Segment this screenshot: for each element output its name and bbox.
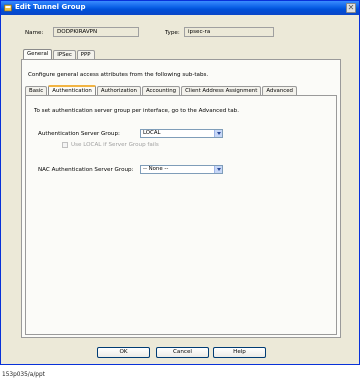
chevron-down-icon	[214, 130, 222, 137]
subtab-accounting[interactable]: Accounting	[141, 86, 181, 95]
help-button[interactable]: Help	[213, 347, 266, 358]
authentication-panel: To set authentication server group per i…	[25, 95, 337, 335]
type-label: Type:	[165, 30, 180, 36]
tab-general[interactable]: General	[23, 49, 53, 59]
general-panel: Configure general access attributes from…	[21, 59, 341, 338]
tab-ipsec[interactable]: IPSec	[53, 50, 76, 59]
auth-server-group-value: LOCAL	[143, 130, 161, 136]
subtab-advanced[interactable]: Advanced	[262, 86, 297, 95]
sub-tab-bar: Basic Authentication Authorization Accou…	[25, 85, 298, 95]
subtab-client-address-assignment[interactable]: Client Address Assignment	[181, 86, 262, 95]
tab-ppp[interactable]: PPP	[76, 50, 95, 59]
window-title: Edit Tunnel Group	[15, 3, 86, 11]
nac-server-group-select[interactable]: -- None --	[140, 165, 223, 174]
edit-tunnel-group-dialog: Edit Tunnel Group ✕ Name: DODPKIRAVPN Ty…	[0, 0, 360, 365]
subtab-authorization[interactable]: Authorization	[96, 86, 141, 95]
name-field: DODPKIRAVPN	[53, 27, 139, 37]
app-icon	[4, 4, 12, 12]
nac-server-group-label: NAC Authentication Server Group:	[38, 167, 134, 173]
use-local-checkbox[interactable]	[62, 142, 68, 148]
ok-button[interactable]: OK	[97, 347, 150, 358]
top-tab-bar: General IPSec PPP	[23, 49, 96, 59]
general-description: Configure general access attributes from…	[28, 72, 209, 78]
use-local-label: Use LOCAL if Server Group fails	[71, 142, 159, 148]
close-icon: ✕	[347, 3, 355, 12]
cancel-button[interactable]: Cancel	[156, 347, 209, 358]
nac-server-group-value: -- None --	[143, 166, 169, 172]
auth-server-group-select[interactable]: LOCAL	[140, 129, 223, 138]
chevron-down-icon	[214, 166, 222, 173]
authentication-note: To set authentication server group per i…	[34, 108, 239, 114]
auth-server-group-label: Authentication Server Group:	[38, 131, 120, 137]
subtab-authentication[interactable]: Authentication	[48, 85, 96, 95]
figure-caption: 153p035/a/ppt	[2, 372, 45, 378]
title-bar[interactable]: Edit Tunnel Group ✕	[1, 1, 359, 15]
subtab-basic[interactable]: Basic	[25, 86, 48, 95]
close-button[interactable]: ✕	[346, 3, 356, 13]
type-field: ipsec-ra	[184, 27, 274, 37]
name-label: Name:	[25, 30, 44, 36]
